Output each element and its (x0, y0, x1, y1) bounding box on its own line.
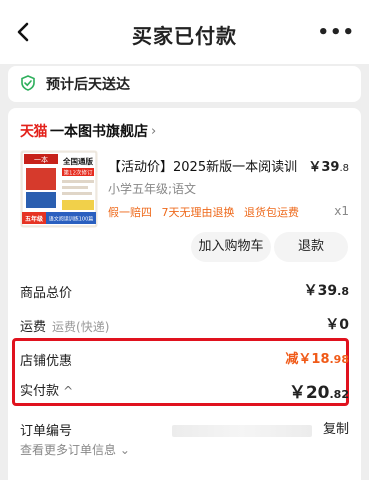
store-discount-row: 店铺优惠 减￥18.98 (20, 348, 349, 370)
shipping-method: 运费(快递) (52, 320, 110, 334)
store-header[interactable]: 天猫 一本图书旗舰店 › (20, 120, 156, 142)
goods-total-label: 商品总价 (20, 286, 73, 301)
amount-paid-value: ￥20.82 (289, 378, 349, 403)
product-price-main: ￥39 (308, 160, 340, 175)
add-to-cart-button[interactable]: 加入购物车 (191, 232, 271, 262)
product-thumbnail[interactable]: 一本 全国通版 第12次修订 五年级 语文阅读训练100篇 (20, 150, 98, 228)
amount-paid-label: 实付款 ^ (20, 380, 73, 399)
shipping-label-text: 运费 (20, 320, 47, 335)
more-order-info-link[interactable]: 查看更多订单信息 ⌄ (20, 441, 130, 458)
store-discount-value: 减￥18.98 (285, 348, 349, 367)
top-bar: 买家已付款 ••• (0, 0, 369, 64)
store-discount-decimal: .98 (329, 353, 350, 366)
delivery-check-icon (21, 75, 35, 91)
goods-total-value: ￥39.8 (304, 280, 349, 300)
goods-total-decimal: .8 (337, 285, 349, 298)
order-number-redacted (172, 425, 312, 437)
service-tag: 退货包运费 (244, 206, 299, 219)
service-tag: 假一赔四 (108, 206, 152, 219)
goods-total-row: 商品总价 ￥39.8 (20, 280, 349, 302)
chevron-up-icon[interactable]: ^ (63, 384, 73, 398)
order-card: 天猫 一本图书旗舰店 › 一本 全国通版 第12次修订 五年级 语文阅读训练10… (8, 108, 361, 480)
product-service-tags: 假一赔四 7天无理由退换 退货包运费 (108, 204, 305, 220)
goods-total-main: ￥39 (303, 283, 338, 299)
more-options-icon[interactable]: ••• (317, 24, 355, 42)
amount-paid-decimal: .82 (329, 388, 350, 401)
delivery-estimate-card: 预计后天送达 (8, 66, 361, 102)
cover-headline-2: 第12次修订 (64, 169, 93, 177)
shipping-label: 运费 运费(快递) (20, 316, 109, 335)
tmall-logo: 天猫 (20, 124, 48, 140)
amount-paid-label-text: 实付款 (20, 384, 60, 399)
order-number-label: 订单编号 (20, 424, 73, 439)
product-price: ￥39.8 (308, 156, 349, 175)
store-name[interactable]: 一本图书旗舰店 (50, 121, 148, 141)
product-spec: 小学五年级;语文 (108, 182, 197, 196)
cover-footer: 语文阅读训练100篇 (49, 216, 94, 223)
amount-paid-main: ￥20 (288, 383, 330, 403)
copy-button[interactable]: 复制 (323, 418, 349, 437)
delivery-text: 预计后天送达 (46, 77, 130, 93)
cover-headline-1: 全国通版 (62, 156, 93, 166)
book-cover-image: 一本 全国通版 第12次修订 五年级 语文阅读训练100篇 (20, 150, 98, 228)
shipping-row: 运费 运费(快递) ￥0 (20, 314, 349, 336)
service-tag: 7天无理由退换 (161, 206, 235, 219)
page-title: 买家已付款 (132, 24, 237, 48)
refund-button[interactable]: 退款 (274, 232, 348, 262)
product-price-decimal: .8 (339, 163, 349, 174)
product-quantity: x1 (334, 204, 349, 218)
cover-top-label: 一本 (34, 155, 48, 164)
store-discount-main: 减￥18 (285, 352, 330, 367)
amount-paid-row[interactable]: 实付款 ^ ￥20.82 (20, 378, 349, 403)
chevron-right-icon: › (151, 123, 157, 139)
cover-grade: 五年级 (25, 215, 43, 223)
product-title[interactable]: 【活动价】2025新版一本阅读训 (108, 156, 308, 175)
store-discount-label: 店铺优惠 (20, 354, 73, 369)
shipping-value: ￥0 (325, 317, 349, 333)
